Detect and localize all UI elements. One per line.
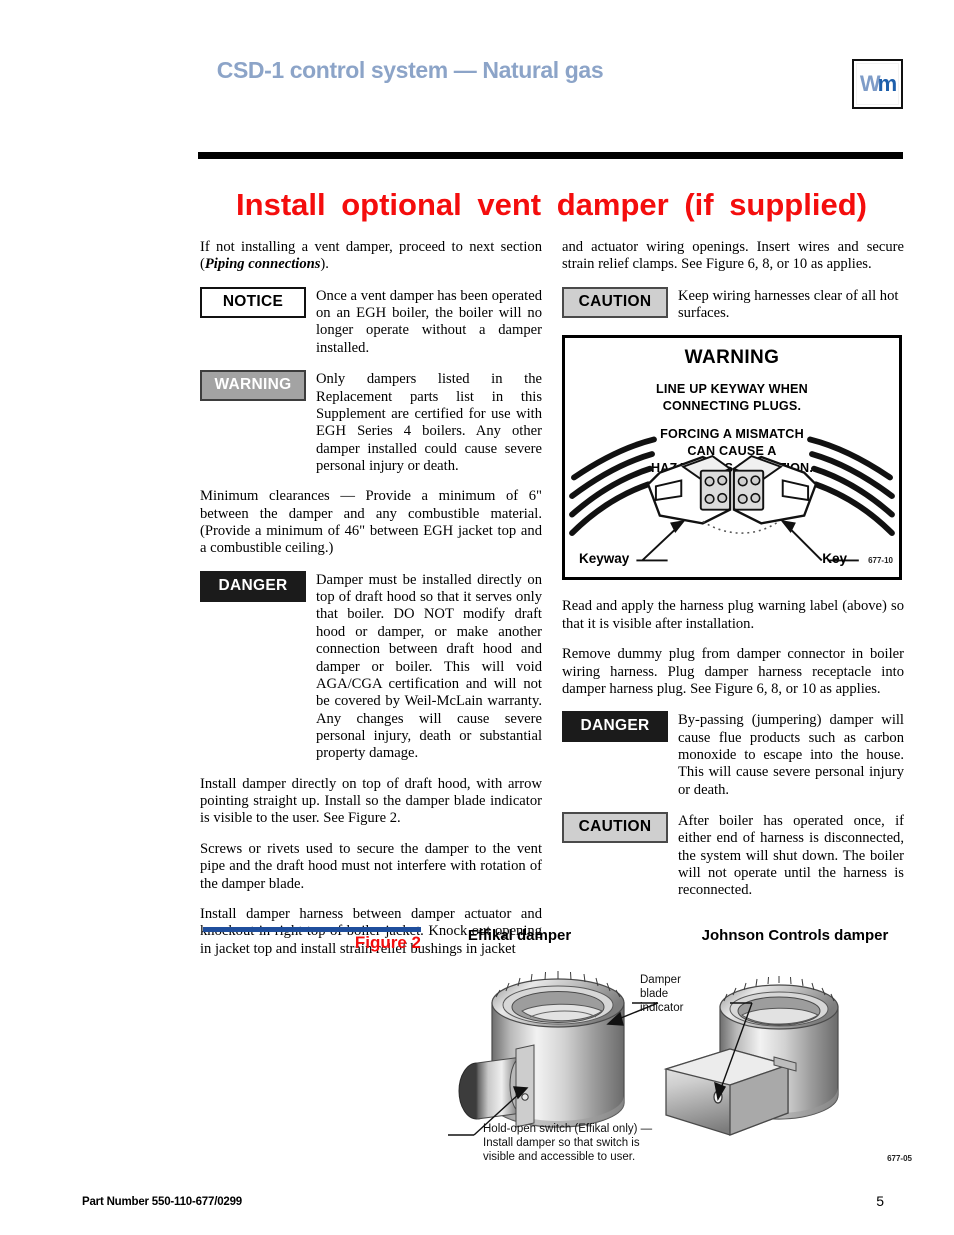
install-damper-paragraph: Install damper directly on top of draft … xyxy=(200,775,542,827)
footer-part-number: Part Number 550-110-677/0299 xyxy=(82,1196,242,1208)
key-connector xyxy=(731,455,818,526)
logo-inner: Wm xyxy=(856,63,899,105)
alert-danger-right: DANGER By-passing (jumpering) damper wil… xyxy=(562,711,904,799)
alert-label-caution-top: CAUTION xyxy=(562,286,668,318)
document-page: CSD-1 control system — Natural gas Wm In… xyxy=(0,0,954,1235)
read-apply-paragraph: Read and apply the harness plug warning … xyxy=(562,598,904,632)
keyway-connector xyxy=(646,455,733,526)
page-title: Install optional vent damper (if supplie… xyxy=(236,186,867,222)
alert-caution-top: CAUTION Keep wiring harnesses clear of a… xyxy=(562,286,904,323)
continued-paragraph: and actuator wiring openings. Insert wir… xyxy=(562,239,904,273)
alert-text-caution-top: Keep wiring harnesses clear of all hot s… xyxy=(678,287,899,322)
alert-label-warning: WARNING xyxy=(200,370,306,402)
weil-mclain-logo: Wm xyxy=(852,59,903,109)
alert-label-caution-bottom: CAUTION xyxy=(562,812,668,844)
alert-label-danger-right: DANGER xyxy=(562,711,668,743)
alert-text-caution-bottom: After boiler has operated once, if eithe… xyxy=(678,813,904,899)
keyway-label: Keyway xyxy=(579,551,630,567)
alert-label-notice: NOTICE xyxy=(200,286,306,318)
alert-text-danger: Damper must be installed directly on top… xyxy=(316,571,542,762)
alert-caution-bottom: CAUTION After boiler has operated once, … xyxy=(562,812,904,900)
alert-warning: WARNING Only dampers listed in the Repla… xyxy=(200,370,542,475)
running-header-title: CSD-1 control system — Natural gas xyxy=(216,57,604,83)
alert-label-danger: DANGER xyxy=(200,570,306,602)
connector-illustration xyxy=(569,436,895,562)
callout-damper-blade-indicator: Damper blade indicator xyxy=(640,974,684,1015)
figure2-label: Figure 2 xyxy=(354,933,421,952)
alert-danger-left: DANGER Damper must be installed directly… xyxy=(200,570,542,763)
alert-notice: NOTICE Once a vent damper has been opera… xyxy=(200,286,542,357)
alert-text-warning: Only dampers listed in the Replacement p… xyxy=(316,371,542,474)
alert-text-notice: Once a vent damper has been operated on … xyxy=(316,287,542,356)
figure2-code: 677-05 xyxy=(887,1154,912,1163)
logo-letter-w: W xyxy=(859,71,881,96)
figure2-caption-effikal: Effikal damper xyxy=(467,927,572,944)
callout-hold-open-switch: Hold-open switch (Effikal only) — Instal… xyxy=(483,1123,653,1164)
intro-tail: ). xyxy=(320,256,329,273)
key-label: Key xyxy=(822,551,847,567)
harness-plug-warning-figure: WARNING LINE UP KEYWAY WHEN CONNECTING P… xyxy=(562,335,902,581)
screws-rivets-paragraph: Screws or rivets used to secure the damp… xyxy=(200,840,542,892)
left-wires xyxy=(569,436,657,537)
figure2-caption-johnson: Johnson Controls damper xyxy=(701,927,889,944)
footer-page-number: 5 xyxy=(876,1193,884,1209)
effikal-damper-art xyxy=(458,971,625,1128)
title-rule xyxy=(198,152,903,159)
johnson-controls-damper-art xyxy=(663,976,839,1136)
alert-text-danger-right: By-passing (jumpering) damper will cause… xyxy=(678,712,904,798)
right-wires xyxy=(807,436,895,537)
intro-paragraph: If not installing a vent damper, proceed… xyxy=(200,239,542,274)
piping-connections-reference: Piping connections xyxy=(204,256,321,273)
logo-letter-m: m xyxy=(877,71,898,96)
remove-dummy-plug-paragraph: Remove dummy plug from damper connector … xyxy=(562,646,904,697)
minimum-clearances-paragraph: Minimum clearances — Provide a minimum o… xyxy=(200,488,542,557)
right-column: and actuator wiring openings. Insert wir… xyxy=(562,239,904,913)
left-column: If not installing a vent damper, proceed… xyxy=(200,239,542,958)
figure2-rule xyxy=(203,927,421,932)
warning-figure-code: 677-10 xyxy=(868,556,893,566)
